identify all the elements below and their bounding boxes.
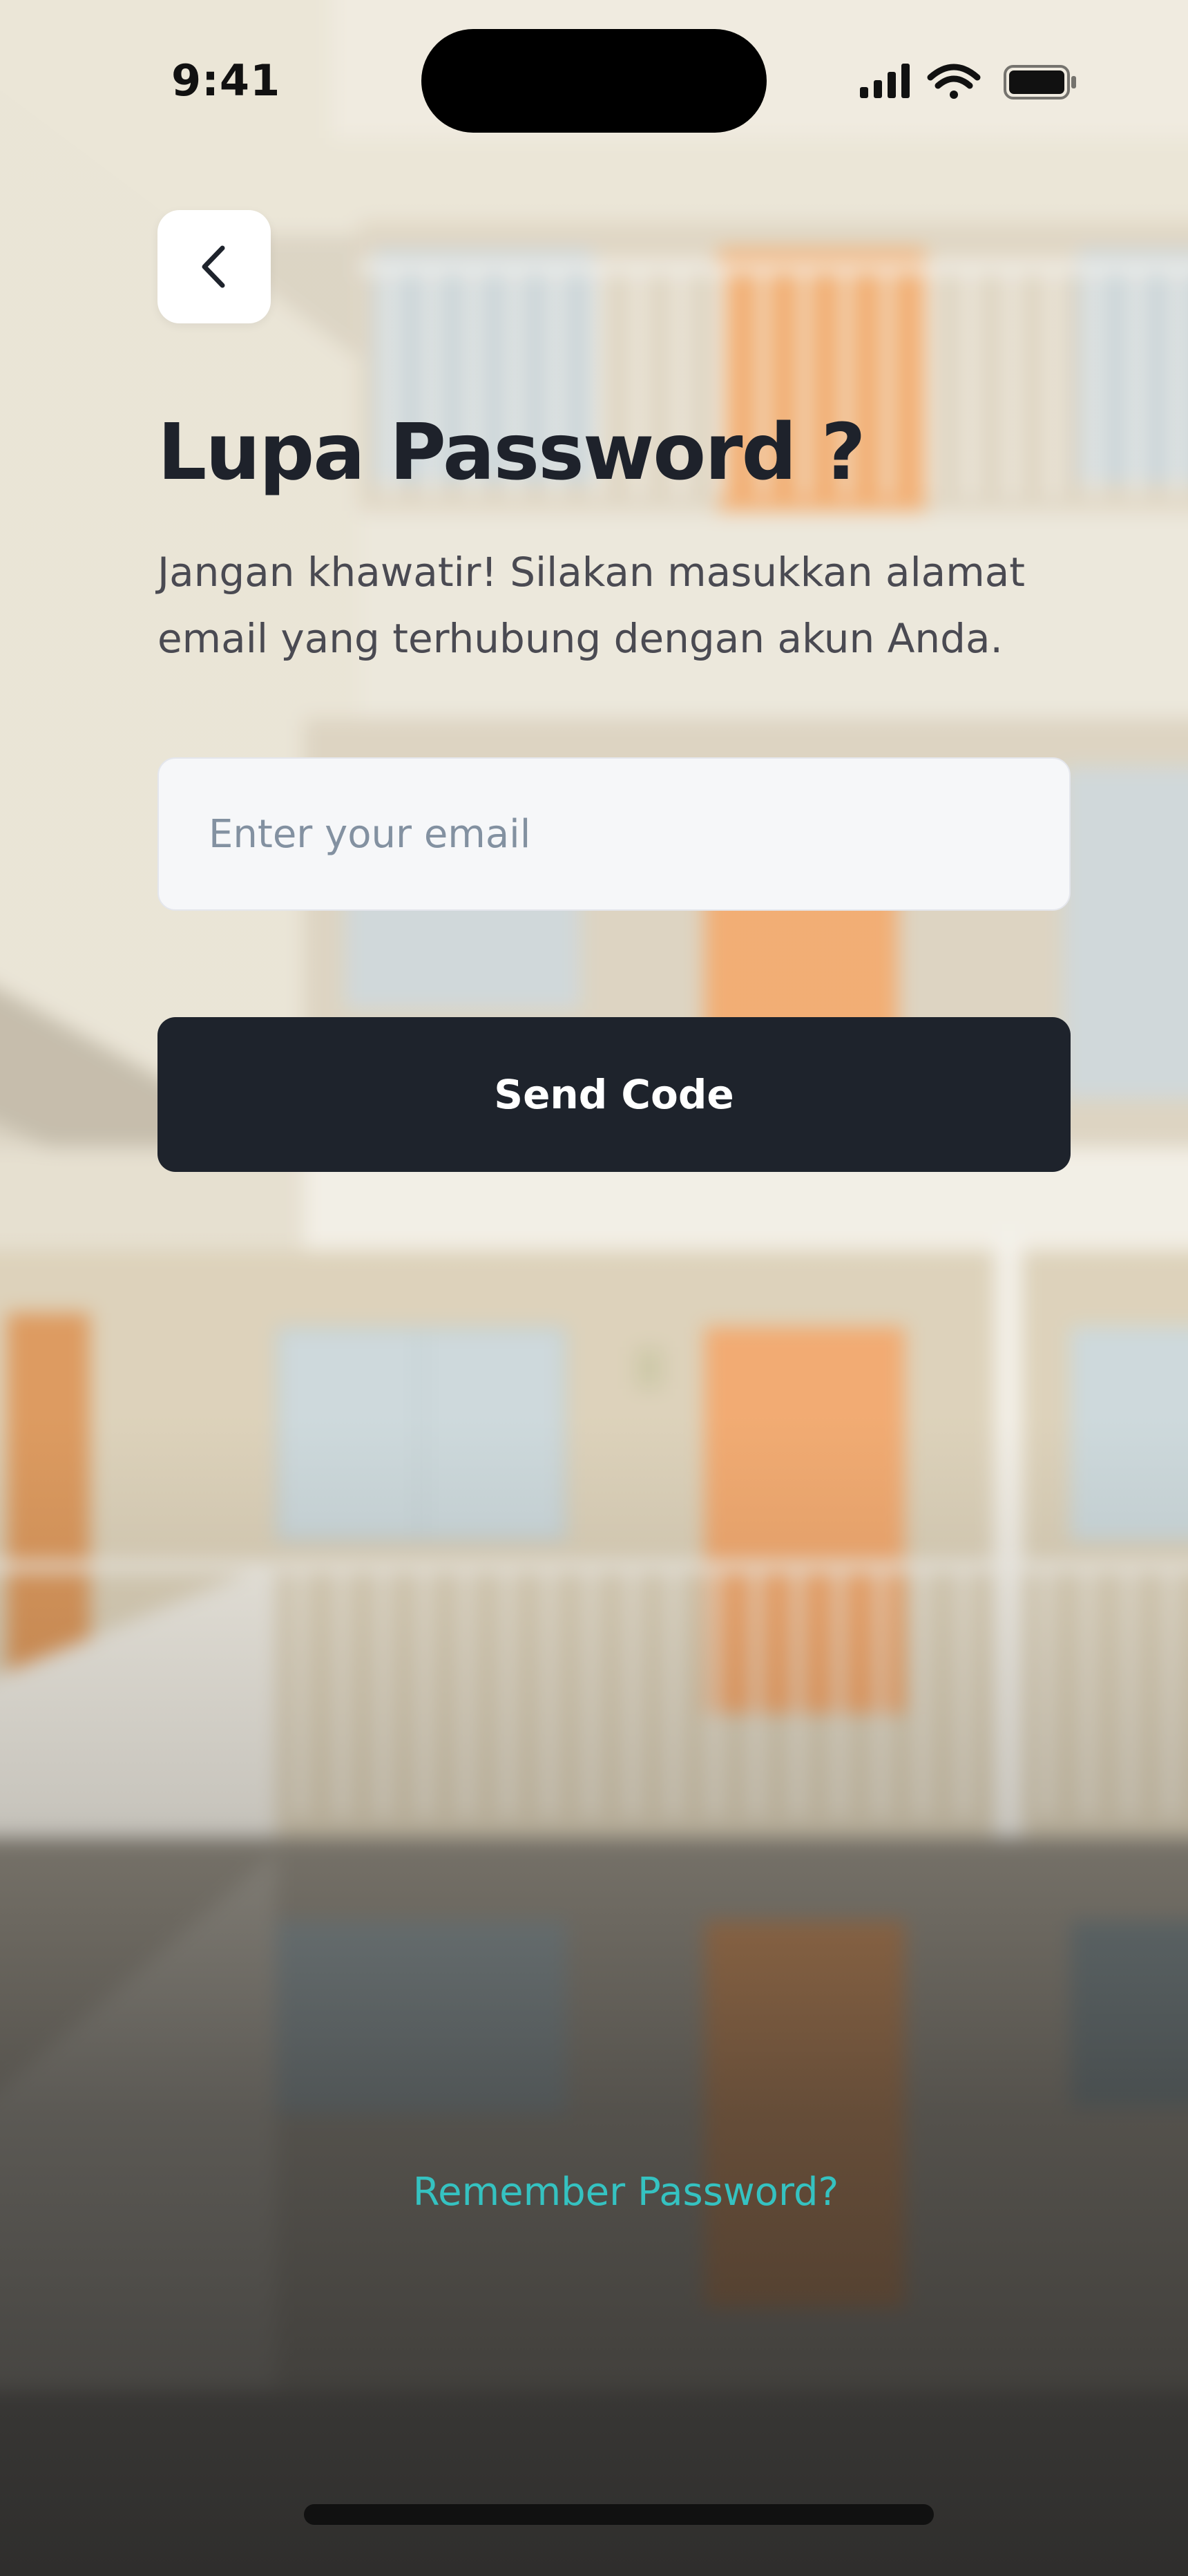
remember-password-link[interactable]: Remember Password? — [0, 2170, 1188, 2215]
chevron-left-icon — [202, 245, 225, 288]
back-button[interactable] — [157, 210, 271, 323]
dynamic-island — [421, 29, 767, 133]
status-time: 9:41 — [171, 55, 281, 106]
battery-icon — [1004, 65, 1076, 100]
forgot-password-screen: 9:41 Lupa Password ? Jangan khawatir! Si… — [0, 0, 1188, 2576]
wifi-icon — [927, 64, 981, 99]
page-subtitle: Jangan khawatir! Silakan masukkan alamat… — [157, 549, 1026, 662]
send-code-button[interactable]: Send Code — [157, 1017, 1071, 1172]
signal-icon — [860, 64, 910, 98]
home-indicator — [304, 2504, 934, 2525]
email-input[interactable] — [157, 757, 1071, 911]
page-title: Lupa Password ? — [157, 408, 866, 498]
status-icons — [859, 61, 1080, 102]
